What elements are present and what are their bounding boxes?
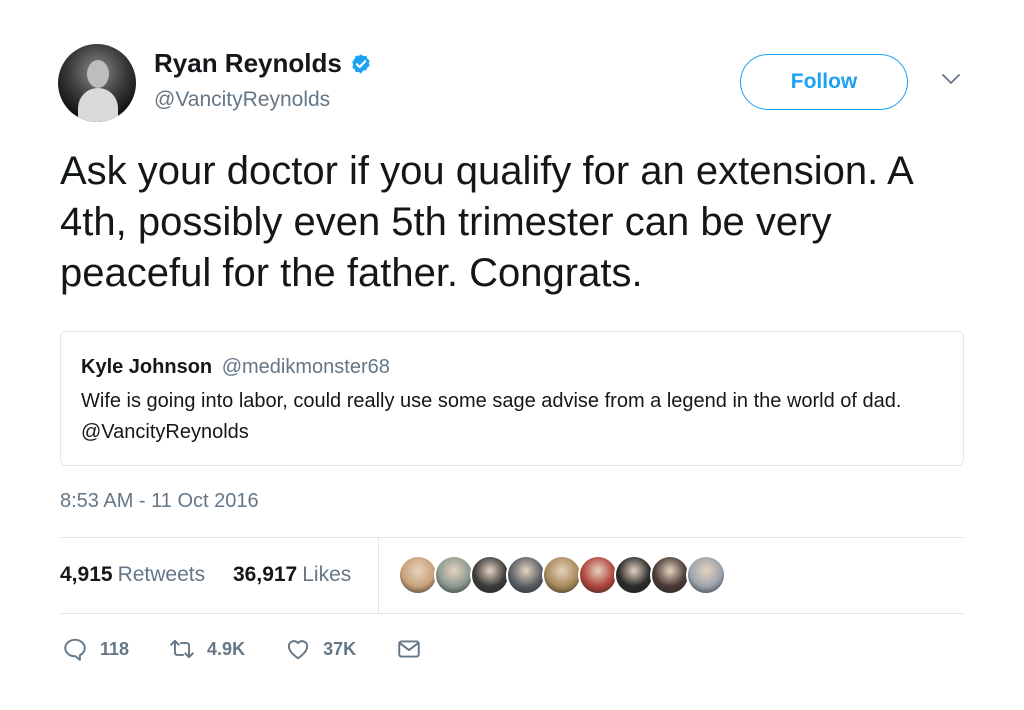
retweets-count: 4,915 — [60, 563, 113, 586]
quoted-author-handle: @medikmonster68 — [221, 356, 390, 378]
liker-avatar[interactable] — [650, 555, 690, 595]
liker-avatar[interactable] — [686, 555, 726, 595]
liker-avatar[interactable] — [506, 555, 546, 595]
author-name[interactable]: Ryan Reynolds — [154, 48, 342, 79]
avatar-shirt — [78, 88, 118, 122]
tweet-text: Ask your doctor if you qualify for an ex… — [60, 149, 912, 295]
verified-badge-icon — [352, 53, 370, 74]
heart-icon — [287, 640, 309, 660]
liker-avatar[interactable] — [398, 555, 438, 595]
liker-avatar[interactable] — [434, 555, 474, 595]
retweet-button[interactable]: 4.9K — [169, 636, 245, 662]
like-button[interactable]: 37K — [285, 636, 356, 662]
liker-avatar[interactable] — [578, 555, 618, 595]
tweet-timestamp[interactable]: 8:53 AM - 11 Oct 2016 — [60, 490, 259, 513]
follow-button[interactable]: Follow — [740, 54, 908, 110]
reply-count: 118 — [100, 638, 130, 659]
retweet-icon — [170, 639, 194, 659]
chevron-down-icon[interactable] — [942, 72, 960, 86]
author-handle[interactable]: @VancityReynolds — [154, 88, 330, 112]
tweet-actions: 118 4.9K 37K — [62, 636, 462, 662]
likes-stat[interactable]: 36,917 Likes — [233, 563, 351, 587]
divider — [60, 537, 964, 538]
liker-avatar[interactable] — [614, 555, 654, 595]
liker-avatars — [398, 555, 726, 595]
liker-avatar[interactable] — [470, 555, 510, 595]
quoted-tweet-text: Wife is going into labor, could really u… — [81, 390, 902, 443]
direct-message-icon — [398, 640, 420, 658]
author-name-row: Ryan Reynolds — [154, 48, 372, 79]
retweets-stat[interactable]: 4,915 Retweets — [60, 563, 205, 587]
quoted-tweet-header: Kyle Johnson @medikmonster68 — [81, 356, 390, 379]
like-count: 37K — [323, 638, 357, 659]
likes-label: Likes — [302, 563, 352, 586]
likes-count: 36,917 — [233, 563, 298, 586]
direct-message-button[interactable] — [396, 636, 422, 662]
tweet-header: Ryan Reynolds @VancityReynolds Follow — [58, 44, 978, 124]
liker-avatar[interactable] — [542, 555, 582, 595]
reply-icon — [64, 638, 86, 661]
retweets-label: Retweets — [117, 563, 206, 586]
quoted-tweet-card[interactable]: Kyle Johnson @medikmonster68 Wife is goi… — [60, 331, 964, 466]
avatar-head — [87, 60, 109, 88]
retweet-count: 4.9K — [207, 638, 246, 659]
reply-button[interactable]: 118 — [62, 636, 129, 662]
stats-separator — [378, 537, 379, 613]
author-avatar[interactable] — [58, 44, 136, 122]
quoted-author-name: Kyle Johnson — [81, 356, 213, 378]
divider — [60, 613, 964, 614]
